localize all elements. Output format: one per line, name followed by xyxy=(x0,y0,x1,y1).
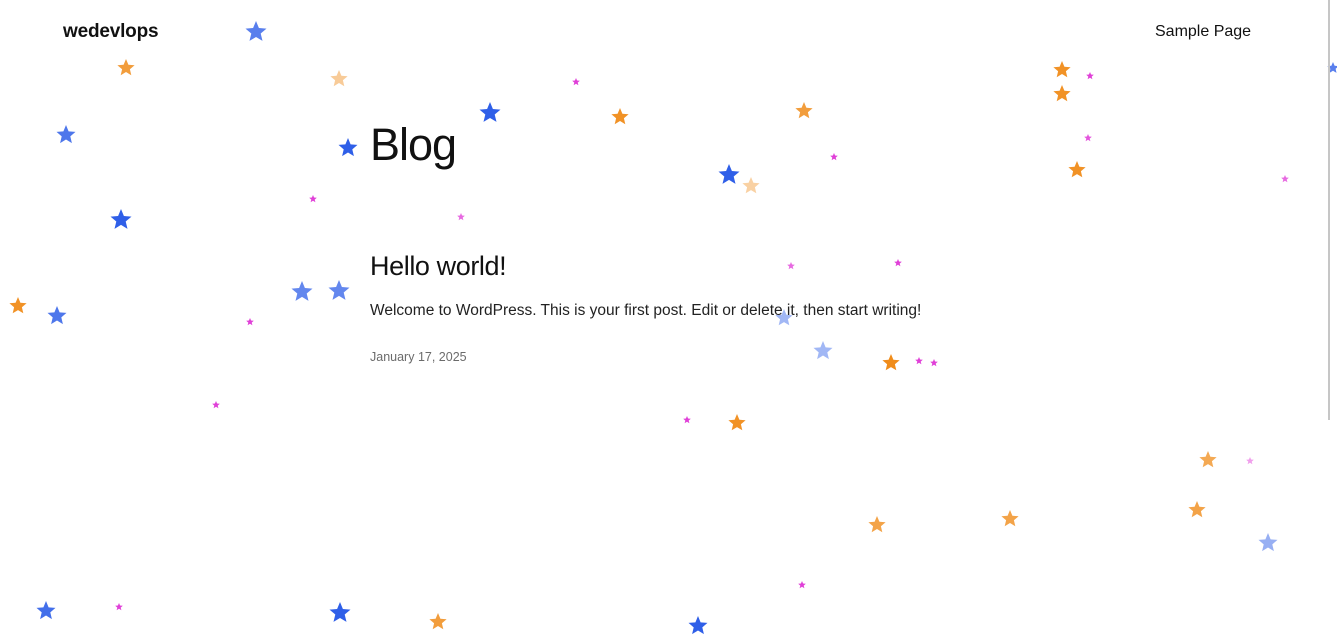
star-icon xyxy=(787,262,795,270)
nav-link-sample-page[interactable]: Sample Page xyxy=(1155,23,1251,41)
star-icon xyxy=(457,213,465,221)
star-icon xyxy=(246,318,254,326)
post-date[interactable]: January 17, 2025 xyxy=(370,350,467,364)
post-title-link[interactable]: Hello world! xyxy=(370,250,507,282)
star-icon xyxy=(309,195,317,203)
star-icon xyxy=(894,259,902,267)
star-icon xyxy=(882,354,900,371)
star-icon xyxy=(798,581,806,589)
star-icon xyxy=(429,613,447,630)
star-icon xyxy=(1084,134,1092,142)
star-icon xyxy=(330,70,348,87)
scrollbar[interactable] xyxy=(1328,0,1330,420)
page-title: Blog xyxy=(370,119,457,170)
star-icon xyxy=(1258,533,1278,552)
star-icon xyxy=(245,21,267,41)
star-icon xyxy=(115,603,123,611)
star-icon xyxy=(1246,457,1254,465)
page: wedevlops Sample Page Blog Hello world! … xyxy=(0,0,1337,634)
star-icon xyxy=(212,401,220,409)
star-icon xyxy=(56,125,76,144)
star-icon xyxy=(683,416,691,424)
star-icon xyxy=(9,297,27,314)
star-icon xyxy=(110,209,132,229)
star-icon xyxy=(930,359,938,367)
star-icon xyxy=(728,414,746,431)
star-icon xyxy=(915,357,923,365)
star-icon xyxy=(47,306,67,325)
star-icon xyxy=(1053,85,1071,102)
star-icon xyxy=(36,601,56,620)
star-icon xyxy=(291,281,313,301)
star-icon xyxy=(742,177,760,194)
star-icon xyxy=(328,280,350,300)
star-icon xyxy=(1281,175,1289,183)
star-icon xyxy=(1001,510,1019,527)
star-icon xyxy=(1053,61,1071,78)
star-icon xyxy=(718,164,740,184)
star-icon xyxy=(1188,501,1206,518)
star-icon xyxy=(1199,451,1217,468)
star-icon xyxy=(830,153,838,161)
star-icon xyxy=(117,59,135,76)
star-icon xyxy=(572,78,580,86)
star-icon xyxy=(1086,72,1094,80)
site-title-link[interactable]: wedevlops xyxy=(63,21,159,43)
star-icon xyxy=(611,108,629,125)
star-icon xyxy=(813,341,833,360)
star-icon xyxy=(329,602,351,622)
star-icon xyxy=(338,138,358,157)
post-excerpt: Welcome to WordPress. This is your first… xyxy=(370,302,922,319)
star-icon xyxy=(1068,161,1086,178)
star-icon xyxy=(688,616,708,634)
star-icon xyxy=(479,102,501,122)
star-icon xyxy=(868,516,886,533)
star-icon xyxy=(795,102,813,119)
